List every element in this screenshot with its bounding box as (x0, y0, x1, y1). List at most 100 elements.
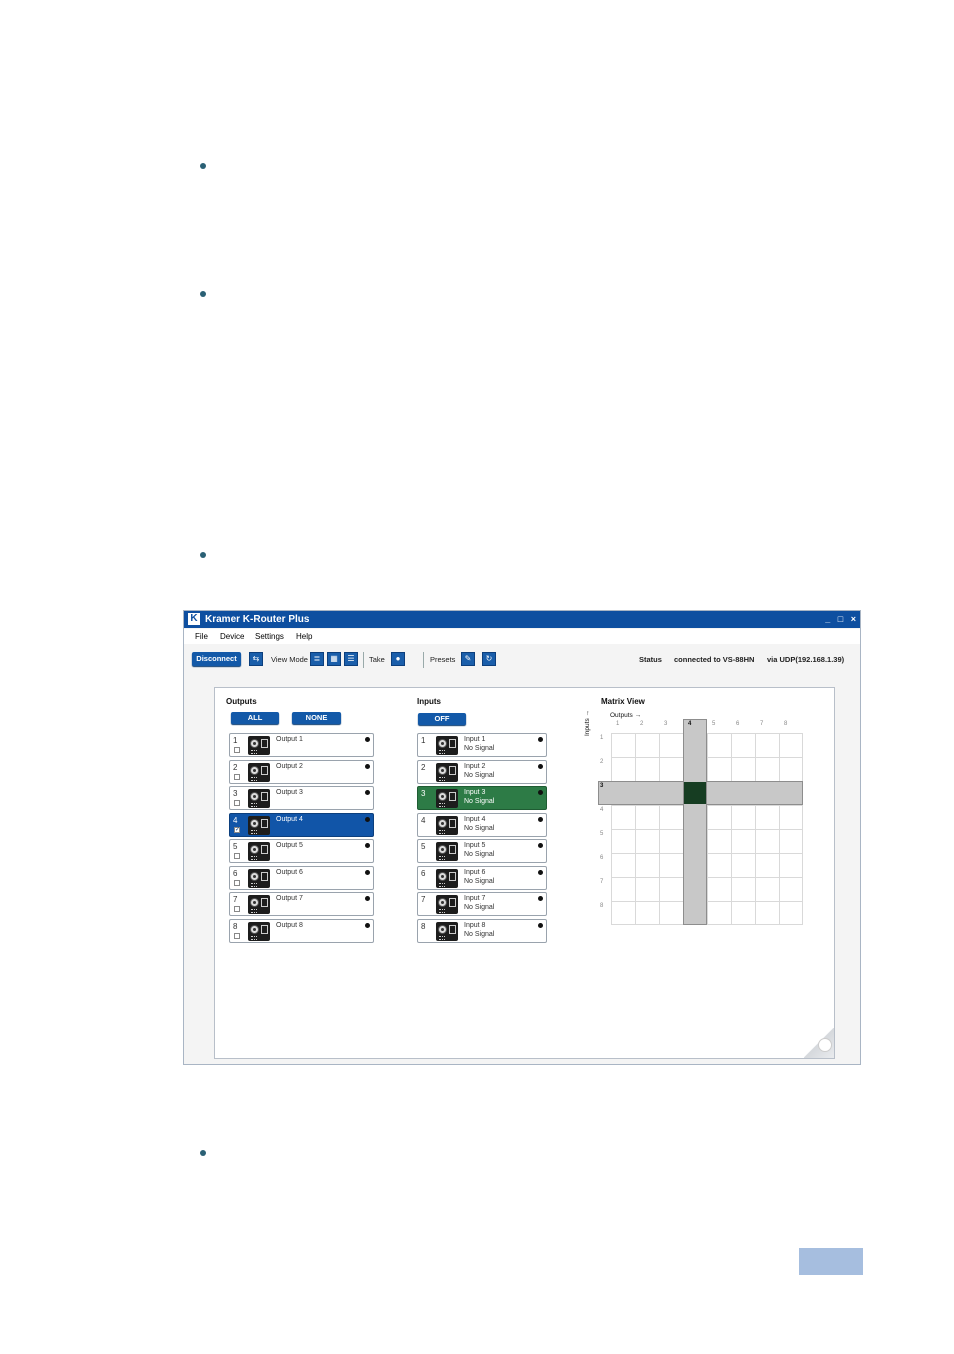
output-card[interactable]: 2 Output 2 (229, 759, 374, 784)
output-card[interactable]: 3 Output 3 (229, 786, 374, 810)
input-card[interactable]: 5 Input 5 No Signal (417, 839, 547, 863)
toolbar: Disconnect ⇆ View Mode ≣ ▦ ☰ Take ● Pres… (184, 647, 860, 671)
output-checkbox[interactable] (234, 800, 240, 806)
inputs-title: Inputs (417, 697, 441, 706)
input-card[interactable]: 3 Input 3 No Signal (417, 786, 547, 810)
output-checkbox[interactable] (234, 879, 240, 886)
device-icon (248, 895, 270, 914)
output-checkbox[interactable] (234, 932, 240, 939)
output-card[interactable]: 8 Output 8 (229, 918, 374, 943)
input-card[interactable]: 1 Input 1 No Signal (417, 733, 547, 757)
menu-file[interactable]: File (195, 629, 208, 644)
refresh-icon[interactable]: ↻ (482, 652, 496, 666)
status-dot-icon (538, 816, 543, 822)
take-icon[interactable]: ● (391, 652, 405, 666)
output-name: Output 1 (276, 736, 303, 743)
output-card[interactable]: 5 Output 5 (229, 839, 374, 863)
swap-icon[interactable]: ⇆ (249, 652, 263, 666)
input-number: 7 (421, 895, 426, 904)
input-card[interactable]: 7 Input 7 No Signal (417, 892, 547, 916)
input-number: 6 (421, 868, 426, 878)
output-name: Output 2 (276, 762, 303, 770)
maximize-button[interactable]: □ (838, 614, 843, 624)
disconnect-button[interactable]: Disconnect (192, 652, 241, 666)
matrix-row-label: 7 (600, 879, 604, 885)
input-card[interactable]: 4 Input 4 No Signal (417, 812, 547, 837)
matrix-col-label: 8 (784, 721, 788, 727)
status-dot-icon (538, 922, 543, 928)
take-label: Take (369, 655, 385, 664)
matrix-col-label: 6 (736, 721, 740, 727)
all-button[interactable]: ALL (231, 712, 279, 724)
none-button[interactable]: NONE (292, 712, 341, 724)
input-signal: No Signal (464, 771, 495, 779)
device-icon (248, 789, 270, 808)
matrix-outputs-label: Outputs → (610, 712, 642, 719)
status-dot-icon (365, 763, 370, 769)
matrix-col-label: 1 (616, 721, 620, 727)
output-card[interactable]: 1 Output 1 (229, 733, 374, 757)
menu-settings[interactable]: Settings (255, 629, 284, 644)
kramer-logo-icon: K (188, 613, 200, 625)
pin-icon[interactable]: ✎ (461, 652, 475, 666)
output-number: 5 (233, 842, 238, 851)
input-name: Input 7 (464, 895, 486, 902)
view-table-icon[interactable]: ☰ (344, 652, 358, 666)
input-signal: No Signal (464, 930, 495, 938)
output-card[interactable]: 7 Output 7 (229, 892, 374, 916)
output-checkbox[interactable] (234, 853, 240, 859)
status-dot-icon (365, 790, 370, 795)
close-button[interactable]: × (851, 614, 856, 624)
status-dot-icon (365, 737, 370, 742)
input-signal: No Signal (464, 904, 495, 911)
input-name: Input 4 (464, 815, 486, 823)
menu-device[interactable]: Device (220, 629, 244, 644)
off-button[interactable]: OFF (418, 713, 466, 725)
device-icon (436, 895, 458, 914)
input-name: Input 2 (464, 762, 486, 770)
output-number: 2 (233, 762, 238, 772)
bullet-4 (200, 1150, 206, 1156)
status-dot-icon (538, 869, 543, 875)
input-name: Input 5 (464, 842, 486, 849)
minimize-button[interactable]: _ (825, 614, 830, 624)
matrix-active-crosspoint[interactable] (684, 782, 706, 804)
input-number: 2 (421, 762, 426, 772)
matrix-col-label: 4 (688, 721, 692, 727)
input-number: 3 (421, 789, 426, 798)
menu-help[interactable]: Help (296, 629, 312, 644)
matrix-col-label: 5 (712, 721, 716, 727)
device-icon (436, 815, 458, 835)
output-checkbox[interactable] (234, 773, 240, 780)
device-icon (248, 762, 270, 782)
input-number: 4 (421, 815, 426, 825)
output-name: Output 4 (276, 815, 303, 823)
window-controls: _ □ × (820, 611, 856, 628)
input-signal: No Signal (464, 745, 495, 752)
status-text: connected to VS-88HN (674, 655, 755, 664)
input-card[interactable]: 2 Input 2 No Signal (417, 759, 547, 784)
device-icon (248, 842, 270, 861)
view-grid-icon[interactable]: ▦ (327, 652, 341, 666)
output-card[interactable]: 4 ✓ Output 4 (229, 812, 374, 837)
matrix-grid[interactable] (611, 733, 803, 925)
status-dot-icon (538, 737, 543, 742)
output-checkbox[interactable]: ✓ (234, 826, 240, 833)
app-window: K Kramer K-Router Plus _ □ × File Device… (183, 610, 861, 1065)
status-dot-icon (365, 896, 370, 901)
output-checkbox[interactable] (234, 906, 240, 912)
matrix-row-label: 5 (600, 831, 604, 837)
status-dot-icon (365, 922, 370, 928)
bullet-3 (200, 552, 206, 558)
page-number-box (799, 1248, 863, 1275)
output-checkbox[interactable] (234, 747, 240, 753)
input-signal: No Signal (464, 851, 495, 858)
outputs-title: Outputs (226, 697, 257, 706)
output-card[interactable]: 6 Output 6 (229, 865, 374, 890)
matrix-highlight-column (683, 719, 707, 925)
input-card[interactable]: 6 Input 6 No Signal (417, 865, 547, 890)
device-icon (248, 868, 270, 888)
view-list-icon[interactable]: ≣ (310, 652, 324, 666)
input-card[interactable]: 8 Input 8 No Signal (417, 918, 547, 943)
device-icon (248, 736, 270, 755)
